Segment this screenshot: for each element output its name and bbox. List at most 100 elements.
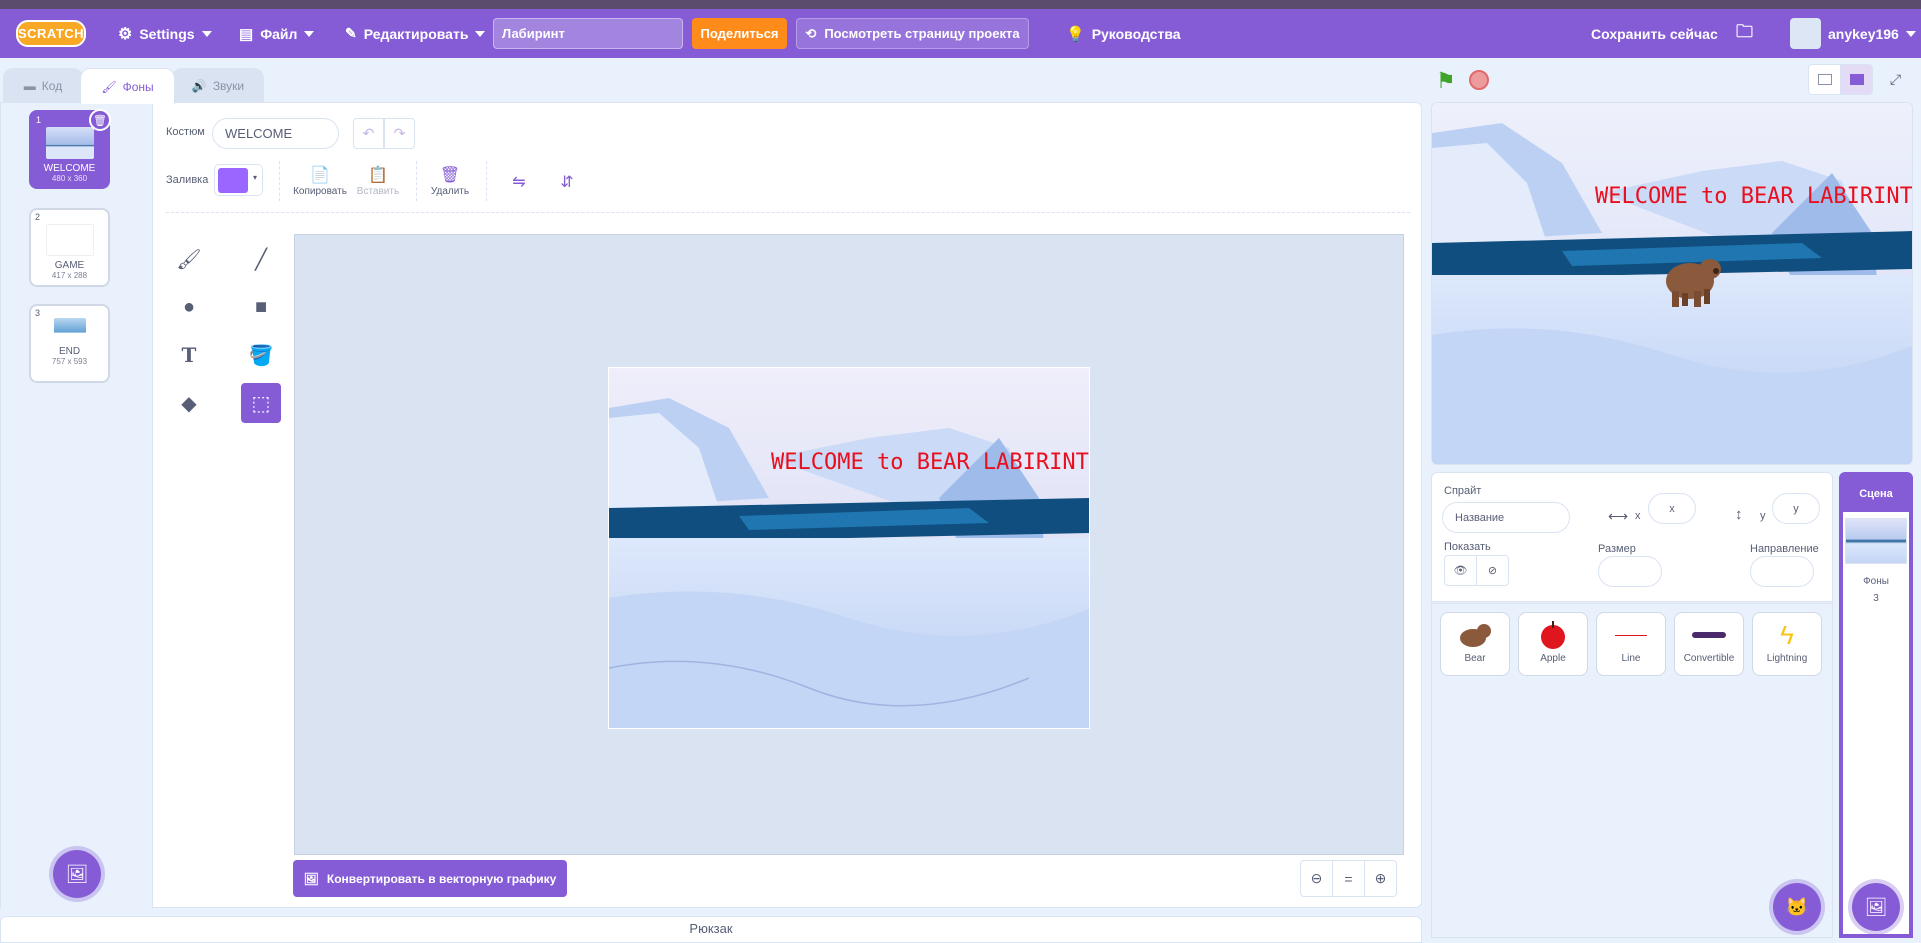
backdrop-name: GAME (54, 260, 85, 271)
project-page-icon: ⟲ (805, 25, 817, 41)
file-label: Файл (260, 25, 298, 42)
backpack-header[interactable]: Рюкзак (0, 916, 1422, 943)
backdrop-number: 1 (36, 115, 42, 125)
zoom-in-icon[interactable]: ⊕ (1364, 860, 1397, 897)
stage-panel-title: Сцена (1843, 476, 1909, 512)
backdrop-item-end[interactable]: 3 END 757 x 593 (29, 304, 110, 383)
sprite-label: Спрайт (1444, 485, 1482, 497)
divider (416, 161, 417, 201)
copy-button[interactable]: 📄 Копировать (290, 164, 350, 197)
flip-vertical-button[interactable]: ⇵ (537, 171, 597, 193)
tab-sounds[interactable]: 🔊 Звуки (172, 68, 264, 103)
sprite-item-convertible[interactable]: Convertible (1674, 612, 1744, 676)
lightbulb-icon: 💡 (1066, 25, 1085, 43)
sprite-name-input[interactable]: Название (1442, 502, 1570, 533)
chevron-down-icon (1905, 30, 1916, 37)
direction-label: Направление (1750, 543, 1819, 555)
backdrop-list-scrollbar[interactable] (139, 103, 153, 908)
select-tool-icon[interactable]: ⬚ (241, 383, 281, 423)
backdrop-item-welcome[interactable]: 1 WELCOME 480 x 360 🗑 (29, 109, 111, 189)
sprite-info-panel: Спрайт Название ⟷ x x ↕ y y Показать 👁 ⊘… (1431, 472, 1833, 602)
stage-thumbnail (1845, 518, 1907, 564)
sprite-item-apple[interactable]: Apple (1518, 612, 1588, 676)
redo-icon[interactable]: ↷ (384, 118, 415, 149)
stage-target-panel[interactable]: Сцена Фоны 3 🖼 (1839, 472, 1913, 938)
sprite-name: Convertible (1683, 653, 1735, 664)
eraser-tool-icon[interactable]: ◆ (169, 383, 209, 423)
menu-bar: SCRATCH ⚙ Settings ▤ Файл ✎ Редактироват… (0, 9, 1921, 58)
paint-canvas[interactable]: WELCOME to BEAR LABIRINT (294, 234, 1404, 855)
green-flag-icon[interactable]: ⚑ (1436, 68, 1456, 94)
sprite-item-line[interactable]: Line (1596, 612, 1666, 676)
choose-sprite-icon[interactable]: 🐱 (1773, 883, 1821, 931)
fullscreen-icon[interactable]: ⤢ (1879, 64, 1912, 95)
convert-to-vector-button[interactable]: 🖼 Конвертировать в векторную графику (293, 860, 567, 897)
backdrop-thumbnail (45, 224, 94, 256)
my-stuff-folder-icon[interactable]: 🗀 (1736, 9, 1753, 58)
welcome-text: WELCOME to BEAR LABIRINT (771, 450, 1089, 475)
line-tool-icon[interactable]: ╱ (241, 239, 281, 279)
delete-label: Удалить (430, 186, 470, 197)
tab-backdrops[interactable]: 🖌 Фоны (80, 68, 175, 104)
share-button[interactable]: Поделиться (692, 18, 787, 49)
account-menu[interactable]: anykey196 (1790, 9, 1916, 58)
backdrop-list: 1 WELCOME 480 x 360 🗑 2 GAME 417 x 288 3… (1, 103, 153, 908)
tutorials-button[interactable]: 💡 Руководства (1066, 9, 1181, 58)
rectangle-tool-icon[interactable]: ■ (241, 287, 281, 327)
brush-tool-icon[interactable]: 🖌 (169, 239, 209, 279)
fill-tool-icon[interactable]: 🪣 (241, 335, 281, 375)
text-tool-icon[interactable]: T (169, 335, 209, 375)
chevron-down-icon (201, 30, 212, 37)
undo-icon[interactable]: ↶ (353, 118, 384, 149)
stage-welcome-text: WELCOME to BEAR LABIRINT (1595, 184, 1913, 209)
x-label: x (1635, 510, 1641, 522)
backdrop-item-game[interactable]: 2 GAME 417 x 288 (29, 208, 110, 287)
tab-sounds-label: Звуки (212, 79, 245, 93)
paste-label: Вставить (356, 186, 400, 197)
choose-stage-backdrop-icon[interactable]: 🖼 (1852, 883, 1900, 931)
chevron-down-icon: ▾ (252, 173, 257, 182)
delete-icon[interactable]: 🗑 (89, 109, 111, 131)
choose-backdrop-icon[interactable]: 🖼 (53, 850, 101, 898)
delete-button[interactable]: 🗑 Удалить (420, 164, 480, 197)
convert-label: Конвертировать в векторную графику (326, 871, 557, 886)
zoom-reset-button[interactable]: = (1332, 860, 1365, 897)
project-page-button[interactable]: ⟲ Посмотреть страницу проекта (796, 18, 1029, 49)
edit-menu[interactable]: ✎ Редактировать (345, 9, 486, 58)
fill-label: Заливка (166, 174, 209, 186)
small-stage-icon[interactable] (1808, 64, 1841, 95)
stop-icon[interactable] (1469, 70, 1489, 90)
file-menu[interactable]: ▤ Файл (239, 9, 315, 58)
backdrop-size: 480 x 360 (51, 174, 88, 183)
normal-stage-icon[interactable] (1840, 64, 1873, 95)
show-hidden-icon[interactable]: ⊘ (1476, 555, 1509, 586)
paste-button[interactable]: 📋 Вставить (348, 164, 408, 197)
x-input[interactable]: x (1648, 493, 1696, 524)
window-top-strip (0, 0, 1921, 9)
circle-tool-icon[interactable]: ● (169, 287, 209, 327)
trash-icon: 🗑 (439, 167, 461, 184)
scratch-logo[interactable]: SCRATCH (16, 20, 86, 47)
save-now-button[interactable]: Сохранить сейчас (1591, 9, 1718, 58)
costume-name-input[interactable]: WELCOME (212, 118, 339, 149)
sprite-item-bear[interactable]: Bear (1440, 612, 1510, 676)
show-visible-icon[interactable]: 👁 (1444, 555, 1477, 586)
sprite-item-lightning[interactable]: ϟ Lightning (1752, 612, 1822, 676)
y-label: y (1760, 510, 1766, 522)
fill-color-picker[interactable]: ▾ (214, 164, 263, 196)
settings-menu[interactable]: ⚙ Settings (118, 9, 212, 58)
project-title-input[interactable]: Лабиринт (493, 18, 683, 49)
flip-vertical-icon: ⇵ (560, 174, 574, 191)
y-arrows-icon: ↕ (1735, 506, 1743, 523)
tab-backdrops-label: Фоны (122, 79, 154, 94)
show-label: Показать (1444, 541, 1491, 553)
size-input[interactable] (1598, 556, 1662, 587)
direction-input[interactable] (1750, 556, 1814, 587)
tab-code[interactable]: ▬ Код (3, 68, 83, 103)
stage[interactable]: WELCOME to BEAR LABIRINT (1431, 102, 1913, 465)
tutorials-label: Руководства (1091, 25, 1181, 42)
divider (279, 161, 280, 201)
zoom-out-icon[interactable]: ⊖ (1300, 860, 1333, 897)
y-input[interactable]: y (1772, 493, 1820, 524)
sprite-name: Bear (1464, 653, 1486, 664)
